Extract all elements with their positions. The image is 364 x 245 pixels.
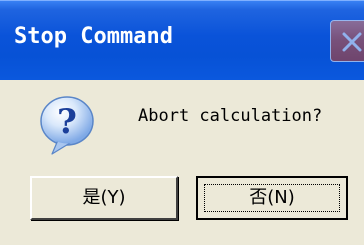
dialog-message: Abort calculation?: [138, 106, 323, 126]
title-bar[interactable]: Stop Command: [0, 0, 364, 80]
close-button[interactable]: [330, 20, 364, 62]
yes-button-label: 是(Y): [82, 187, 126, 208]
window-title: Stop Command: [14, 24, 173, 49]
close-icon: [342, 32, 362, 52]
svg-text:?: ?: [57, 102, 77, 142]
no-button[interactable]: 否(N): [196, 176, 348, 220]
question-icon: ?: [36, 94, 98, 156]
yes-button[interactable]: 是(Y): [30, 176, 178, 220]
stop-command-dialog: Stop Command ? Abort calculation? 是(Y) 否…: [0, 0, 364, 245]
no-button-label: 否(N): [249, 187, 295, 208]
